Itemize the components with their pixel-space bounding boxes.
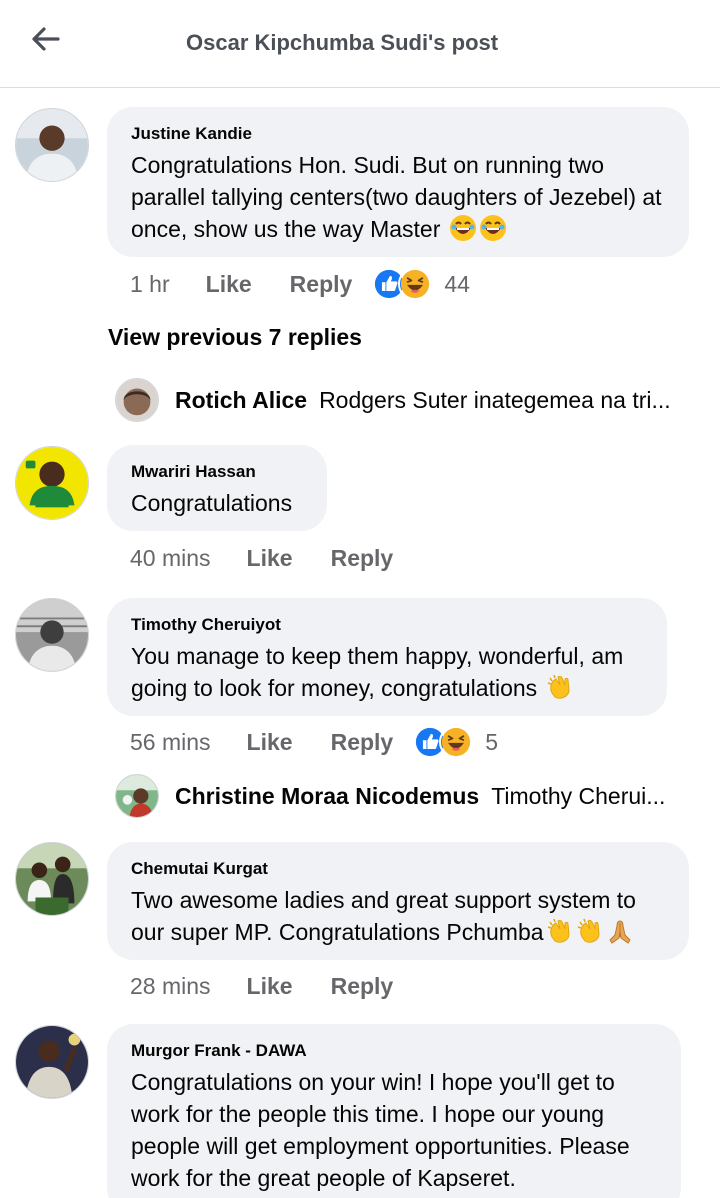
reply-snippet: Timothy Cherui...	[491, 782, 666, 809]
haha-reaction-icon	[439, 725, 474, 759]
avatar[interactable]	[115, 378, 159, 422]
reaction-summary[interactable]: 44	[372, 267, 470, 301]
comment-text: Congratulations on your win! I hope you'…	[131, 1069, 630, 1191]
comment-timestamp: 40 mins	[130, 544, 211, 571]
avatar[interactable]	[15, 108, 89, 182]
view-previous-replies-link[interactable]: View previous 7 replies	[108, 324, 362, 351]
laughing-tears-emoji	[479, 214, 507, 242]
clapping-hands-emoji	[546, 673, 574, 701]
like-button[interactable]: Like	[247, 729, 293, 756]
clapping-hands-emoji	[546, 917, 574, 945]
comment-meta: 56 mins Like Reply 5	[130, 725, 498, 759]
comment-bubble: Justine Kandie Congratulations Hon. Sudi…	[107, 107, 689, 257]
avatar[interactable]	[15, 842, 89, 916]
comment-text: You manage to keep them happy, wonderful…	[131, 643, 624, 701]
reply-button[interactable]: Reply	[331, 729, 394, 756]
reply-author[interactable]: Rotich Alice	[175, 387, 307, 414]
haha-reaction-icon	[398, 267, 433, 301]
avatar[interactable]	[15, 1025, 89, 1099]
comment-bubble: Murgor Frank - DAWA Congratulations on y…	[107, 1024, 681, 1198]
reply-button[interactable]: Reply	[331, 545, 394, 572]
reply-button[interactable]: Reply	[290, 271, 353, 298]
comment-author[interactable]: Murgor Frank - DAWA	[131, 1040, 657, 1062]
comment-meta: 1 hr Like Reply 44	[130, 267, 470, 301]
page-title: Oscar Kipchumba Sudi's post	[186, 30, 499, 55]
folded-hands-emoji	[606, 917, 634, 945]
avatar[interactable]	[15, 598, 89, 672]
like-button[interactable]: Like	[247, 973, 293, 1000]
reaction-summary[interactable]: 5	[413, 725, 498, 759]
comment-meta: 40 mins Like Reply	[130, 542, 393, 574]
like-button[interactable]: Like	[206, 271, 252, 298]
comment-author[interactable]: Justine Kandie	[131, 123, 665, 145]
comment-text: Two awesome ladies and great support sys…	[131, 887, 636, 945]
avatar[interactable]	[15, 446, 89, 520]
comment-text: Congratulations Hon. Sudi. But on runnin…	[131, 152, 662, 242]
comment-bubble: Timothy Cheruiyot You manage to keep the…	[107, 598, 667, 716]
like-button[interactable]: Like	[247, 545, 293, 572]
reply-author[interactable]: Christine Moraa Nicodemus	[175, 783, 479, 810]
reply-preview[interactable]: Rotich Alice Rodgers Suter inategemea na…	[115, 378, 671, 422]
avatar[interactable]	[115, 774, 159, 818]
reaction-count: 5	[485, 728, 499, 755]
comment-bubble: Mwariri Hassan Congratulations	[107, 445, 327, 531]
comment-text: Congratulations	[131, 490, 293, 516]
comment-timestamp: 28 mins	[130, 972, 211, 999]
reaction-count: 44	[444, 270, 470, 297]
app-header: Oscar Kipchumba Sudi's post	[0, 0, 720, 88]
comment-timestamp: 1 hr	[130, 270, 170, 297]
comment-author[interactable]: Chemutai Kurgat	[131, 858, 665, 880]
comment-author[interactable]: Timothy Cheruiyot	[131, 614, 643, 636]
comment-timestamp: 56 mins	[130, 728, 211, 755]
comment-bubble: Chemutai Kurgat Two awesome ladies and g…	[107, 842, 689, 960]
comment-author[interactable]: Mwariri Hassan	[131, 461, 303, 483]
reply-snippet: Rodgers Suter inategemea na tri...	[319, 386, 671, 413]
back-arrow-icon[interactable]	[28, 24, 62, 54]
comment-meta: 28 mins Like Reply	[130, 970, 393, 1002]
reply-button[interactable]: Reply	[331, 973, 394, 1000]
reply-preview[interactable]: Christine Moraa Nicodemus Timothy Cherui…	[115, 774, 665, 818]
laughing-tears-emoji	[449, 214, 477, 242]
clapping-hands-emoji	[576, 917, 604, 945]
